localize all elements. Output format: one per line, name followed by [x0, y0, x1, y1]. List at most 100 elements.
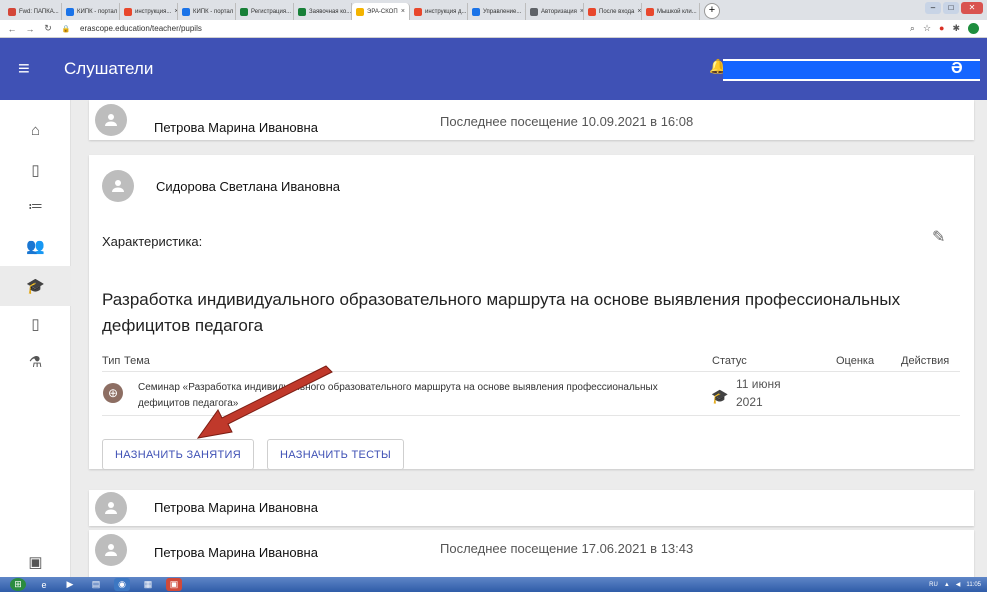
file-explorer-icon[interactable]: ▤ [88, 578, 104, 591]
volume-icon[interactable]: ◀ [956, 581, 961, 588]
browser-tab[interactable]: КИПК - портал× [178, 3, 236, 20]
browser-tab[interactable]: После входа × [584, 3, 642, 20]
tab-favicon-icon [240, 7, 248, 16]
redacted-user-name[interactable] [723, 59, 980, 81]
column-header-grade: Оценка [836, 355, 875, 367]
course-title: Разработка индивидуального образовательн… [102, 290, 901, 335]
divider [102, 371, 960, 372]
window-controls: – □ ✕ [925, 2, 983, 14]
app-header: ≡ Слушатели 🔔 Ə [0, 38, 987, 100]
last-visit: Последнее посещение 17.06.2021 в 13:43 [440, 541, 694, 556]
browser-tab[interactable]: Заявочная ко...× [294, 3, 352, 20]
network-icon[interactable]: ▲ [944, 582, 950, 588]
bookmark-star-icon[interactable]: ☆ [923, 23, 931, 34]
person-icon [105, 544, 117, 556]
tab-label: Управление... [483, 8, 522, 15]
tab-favicon-icon [298, 7, 306, 16]
tab-close-icon[interactable]: × [401, 8, 405, 15]
browser-tab[interactable]: Авторизация × [526, 3, 584, 20]
browser-tab[interactable]: Fwd: ПАПКА...× [4, 3, 62, 20]
people-icon[interactable]: 👥 [0, 226, 71, 266]
tab-label: КИПК - портал [77, 8, 118, 15]
system-tray: RU ▲ ◀ 11:05 [929, 581, 981, 589]
tab-favicon-icon [8, 7, 16, 16]
tab-label: КИПК - портал [193, 8, 234, 15]
app-icon[interactable]: ▦ [140, 578, 156, 591]
close-window-button[interactable]: ✕ [961, 2, 983, 14]
browser-tab[interactable]: Мышкой кли...× [642, 3, 700, 20]
tab-favicon-icon [414, 7, 422, 16]
student-card[interactable]: Петрова Марина Ивановна Последнее посеще… [89, 530, 974, 577]
tab-favicon-icon [66, 7, 74, 16]
student-name: Петрова Марина Ивановна [154, 500, 318, 515]
tab-favicon-icon [588, 7, 596, 16]
characteristic-label: Характеристика: [102, 234, 203, 249]
column-header-status: Статус [712, 355, 747, 367]
tab-close-icon[interactable]: × [637, 8, 641, 15]
tab-label: ЭРА-СКОП [367, 8, 398, 15]
tab-label: Заявочная ко... [309, 8, 352, 15]
tab-label: Fwd: ПАПКА... [19, 8, 59, 15]
account-box-icon[interactable]: ▣ [0, 542, 71, 582]
column-header-topic: Тема [124, 355, 150, 367]
edit-pencil-icon[interactable]: ✎ [932, 227, 945, 247]
list-icon[interactable]: ≔ [0, 186, 71, 226]
browser-tab[interactable]: инструкция...× [120, 3, 178, 20]
tab-label: инструкция... [135, 8, 172, 15]
new-tab-button[interactable]: + [704, 3, 720, 19]
divider [102, 415, 960, 416]
chrome-icon[interactable]: ◉ [114, 578, 130, 591]
forward-icon[interactable]: → [24, 24, 36, 34]
account-icon[interactable]: Ə [951, 60, 963, 78]
student-card-expanded: Сидорова Светлана Ивановна Характеристик… [89, 155, 974, 470]
tab-favicon-icon [530, 7, 538, 16]
maximize-button[interactable]: □ [943, 2, 959, 14]
browser-tab[interactable]: КИПК - портал× [62, 3, 120, 20]
bookmark-book-icon[interactable]: ▯ [0, 150, 71, 190]
avatar [102, 170, 134, 202]
student-card[interactable]: Петрова Марина Ивановна Последнее посеще… [89, 100, 974, 140]
profile-avatar[interactable] [968, 23, 979, 34]
browser-tab[interactable]: инструкция д...× [410, 3, 468, 20]
seminar-type-icon: ⊕ [103, 383, 123, 403]
assign-lessons-button[interactable]: НАЗНАЧИТЬ ЗАНЯТИЯ [102, 439, 254, 470]
student-card[interactable]: Петрова Марина Ивановна [89, 490, 974, 526]
graduation-cap-status-icon: 🎓 [711, 388, 729, 404]
tab-favicon-icon [646, 7, 654, 16]
internet-explorer-icon[interactable]: e [36, 578, 52, 591]
graduation-cap-icon[interactable]: 🎓 [0, 266, 71, 306]
tab-label: Авторизация [541, 8, 577, 15]
assign-tests-button[interactable]: НАЗНАЧИТЬ ТЕСТЫ [267, 439, 405, 470]
language-indicator[interactable]: RU [929, 582, 938, 588]
app-icon[interactable]: ▣ [166, 578, 182, 591]
tab-favicon-icon [356, 7, 364, 16]
extension-icon[interactable]: ● [939, 23, 944, 34]
browser-tab-strip: Fwd: ПАПКА...×КИПК - портал×инструкция..… [0, 0, 987, 20]
notebook-icon[interactable]: ▯ [0, 304, 71, 344]
browser-tab[interactable]: Регистрация...× [236, 3, 294, 20]
avatar [95, 492, 127, 524]
tab-favicon-icon [472, 7, 480, 16]
tab-label: инструкция д... [425, 8, 467, 15]
menu-icon[interactable]: ≡ [18, 58, 38, 81]
browser-tab[interactable]: ЭРА-СКОП × [352, 3, 410, 20]
browser-tab[interactable]: Управление...× [468, 3, 526, 20]
extensions-puzzle-icon[interactable]: ✱ [952, 23, 960, 34]
minimize-button[interactable]: – [925, 2, 941, 14]
reload-icon[interactable]: ↻ [42, 23, 54, 34]
zoom-icon[interactable]: ⌕ [910, 23, 915, 34]
lesson-topic[interactable]: Семинар «Разработка индивидуального обра… [138, 380, 668, 412]
student-name: Петрова Марина Ивановна [154, 120, 318, 135]
start-button[interactable]: ⊞ [10, 578, 26, 591]
tab-favicon-icon [182, 7, 190, 16]
pupils-list: Петрова Марина Ивановна Последнее посеще… [71, 100, 987, 577]
address-bar: ← → ↻ 🔒 erascope.education/teacher/pupil… [0, 20, 987, 38]
media-player-icon[interactable]: ▶ [62, 578, 78, 591]
back-icon[interactable]: ← [6, 24, 18, 34]
test-tube-icon[interactable]: ⚗ [0, 342, 71, 382]
clock[interactable]: 11:05 [966, 582, 981, 588]
url-field[interactable]: erascope.education/teacher/pupils [80, 24, 202, 33]
home-icon[interactable]: ⌂ [0, 110, 71, 150]
student-name: Сидорова Светлана Ивановна [156, 179, 341, 194]
tab-favicon-icon [124, 7, 132, 16]
